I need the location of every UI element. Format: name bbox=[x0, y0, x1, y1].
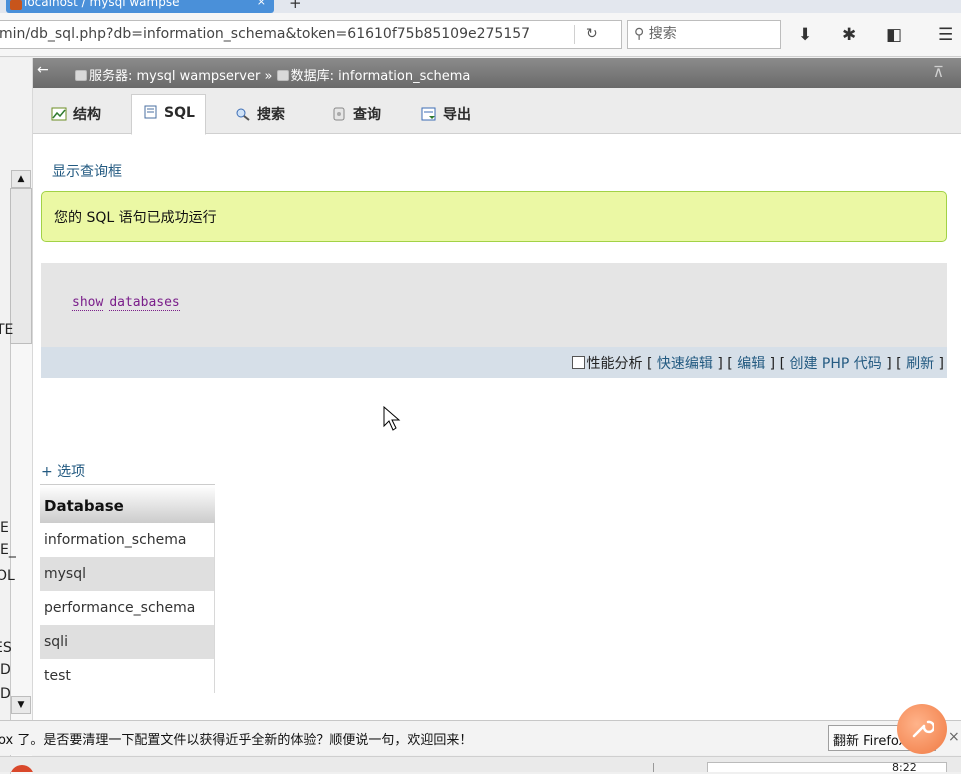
menu-icon[interactable]: ☰ bbox=[938, 27, 953, 44]
tab-search-label: 搜索 bbox=[257, 107, 285, 123]
sql-code: show databases bbox=[72, 295, 186, 311]
firefox-notification-bar: ox 了。是否要清理一下配置文件以获得近乎全新的体验？顺便说一句，欢迎回来！ 翻… bbox=[0, 720, 961, 755]
tab-structure-label: 结构 bbox=[73, 107, 101, 123]
table-row[interactable]: information_schema bbox=[40, 523, 215, 557]
sidebar-toggle-icon[interactable]: ◧ bbox=[886, 27, 902, 44]
table-row[interactable]: mysql bbox=[40, 557, 215, 591]
wrench-orb-icon[interactable] bbox=[897, 704, 947, 754]
gear-icon[interactable]: ✱ bbox=[842, 27, 856, 44]
tab-close-icon[interactable]: × bbox=[257, 0, 266, 8]
sidebar-text-fragment[interactable]: D bbox=[0, 686, 11, 702]
breadcrumb-separator: » bbox=[264, 69, 273, 84]
collapse-top-icon[interactable]: ⊼ bbox=[933, 63, 944, 81]
notification-message: ox 了。是否要清理一下配置文件以获得近乎全新的体验？顺便说一句，欢迎回来！ bbox=[0, 733, 473, 748]
phpmyadmin-navigation-panel: ▲ ▼ TE E E_ OL ES D D bbox=[0, 58, 32, 774]
server-icon bbox=[75, 70, 87, 81]
sql-keyword[interactable]: databases bbox=[109, 295, 180, 311]
tab-export[interactable]: 导出 bbox=[411, 94, 481, 134]
table-row[interactable]: performance_schema bbox=[40, 591, 215, 625]
search-placeholder: 搜索 bbox=[648, 26, 677, 42]
os-taskbar: 8:22 bbox=[0, 756, 961, 772]
scroll-up-icon[interactable]: ▲ bbox=[11, 170, 31, 188]
results-table: Database information_schema mysql perfor… bbox=[40, 484, 215, 693]
new-tab-button[interactable]: + bbox=[289, 0, 302, 12]
refresh-link[interactable]: 刷新 bbox=[906, 356, 934, 372]
breadcrumb: 服务器: mysql wampserver » 数据库: information… bbox=[75, 65, 470, 84]
download-icon[interactable]: ⬇ bbox=[798, 27, 812, 44]
clock: 8:22 bbox=[892, 761, 917, 772]
options-link[interactable]: + 选项 bbox=[41, 461, 85, 481]
sidebar-text-fragment[interactable]: OL bbox=[0, 568, 15, 584]
edit-link[interactable]: 编辑 bbox=[737, 356, 765, 372]
breadcrumb-bar: ← 服务器: mysql wampserver » 数据库: informati… bbox=[33, 58, 961, 88]
profiling-checkbox[interactable] bbox=[571, 356, 585, 369]
back-arrow-icon[interactable]: ← bbox=[37, 62, 49, 78]
notification-close-icon[interactable]: × bbox=[948, 729, 960, 745]
structure-icon bbox=[51, 107, 67, 121]
url-text: min/db_sql.php?db=information_schema&tok… bbox=[0, 26, 531, 42]
sql-actions-bar: 性能分析 [ 快速编辑 ] [ 编辑 ] [ 创建 PHP 代码 ] [ 刷新 … bbox=[41, 347, 947, 378]
breadcrumb-database[interactable]: 数据库: information_schema bbox=[291, 69, 471, 84]
column-header-database[interactable]: Database bbox=[40, 484, 215, 523]
browser-tab-strip: localhost / mysql wampse × + bbox=[0, 0, 961, 13]
taskbar-divider bbox=[653, 763, 703, 772]
sidebar-text-fragment[interactable]: E_ bbox=[0, 542, 16, 558]
wrench-icon bbox=[912, 720, 934, 738]
tab-search[interactable]: 搜索 bbox=[225, 94, 295, 134]
firefox-icon[interactable] bbox=[10, 765, 34, 772]
browser-nav-bar: min/db_sql.php?db=information_schema&tok… bbox=[0, 13, 961, 57]
url-divider bbox=[574, 25, 575, 44]
search-input[interactable]: ⚲ 搜索 bbox=[627, 20, 781, 49]
show-query-box-link[interactable]: 显示查询框 bbox=[52, 161, 122, 181]
success-message: 您的 SQL 语句已成功运行 bbox=[41, 191, 947, 242]
tab-sql-label: SQL bbox=[164, 105, 195, 121]
tab-export-label: 导出 bbox=[443, 107, 471, 123]
browser-tab-title: localhost / mysql wampse bbox=[24, 0, 180, 9]
url-bar[interactable]: min/db_sql.php?db=information_schema&tok… bbox=[0, 20, 622, 49]
search-icon: ⚲ bbox=[634, 26, 645, 42]
main-content: ← 服务器: mysql wampserver » 数据库: informati… bbox=[32, 58, 961, 720]
sql-keyword[interactable]: show bbox=[72, 295, 104, 311]
tab-sql[interactable]: SQL bbox=[131, 94, 206, 135]
sidebar-text-fragment[interactable]: E bbox=[0, 520, 9, 536]
database-icon bbox=[276, 70, 289, 81]
tab-structure[interactable]: 结构 bbox=[41, 94, 111, 134]
tab-bar: 结构 SQL 搜索 查询 导出 bbox=[33, 88, 961, 135]
table-row[interactable]: sqli bbox=[40, 625, 215, 659]
sidebar-text-fragment[interactable]: ES bbox=[0, 640, 12, 656]
export-icon bbox=[421, 107, 436, 121]
search-icon bbox=[236, 108, 250, 121]
phpmyadmin-favicon-icon bbox=[10, 0, 22, 10]
sql-query-display: show databases bbox=[41, 263, 947, 347]
profiling-label: 性能分析 bbox=[586, 356, 643, 372]
tab-query-label: 查询 bbox=[353, 107, 381, 123]
table-row[interactable]: test bbox=[40, 659, 215, 693]
sidebar-text-fragment[interactable]: TE bbox=[0, 322, 13, 338]
inline-edit-link[interactable]: 快速编辑 bbox=[657, 356, 713, 372]
scroll-down-icon[interactable]: ▼ bbox=[11, 696, 31, 714]
sidebar-scrollbar-thumb[interactable] bbox=[10, 188, 32, 344]
browser-tab-active[interactable]: localhost / mysql wampse × bbox=[6, 0, 274, 13]
query-icon bbox=[333, 107, 345, 121]
create-php-code-link[interactable]: 创建 PHP 代码 bbox=[789, 356, 881, 372]
mouse-cursor-icon bbox=[383, 406, 401, 431]
reload-icon[interactable]: ↻ bbox=[586, 21, 598, 48]
breadcrumb-server[interactable]: 服务器: mysql wampserver bbox=[89, 69, 260, 84]
sidebar-text-fragment[interactable]: D bbox=[0, 662, 11, 678]
sql-icon bbox=[144, 105, 157, 119]
tab-query[interactable]: 查询 bbox=[321, 94, 391, 134]
